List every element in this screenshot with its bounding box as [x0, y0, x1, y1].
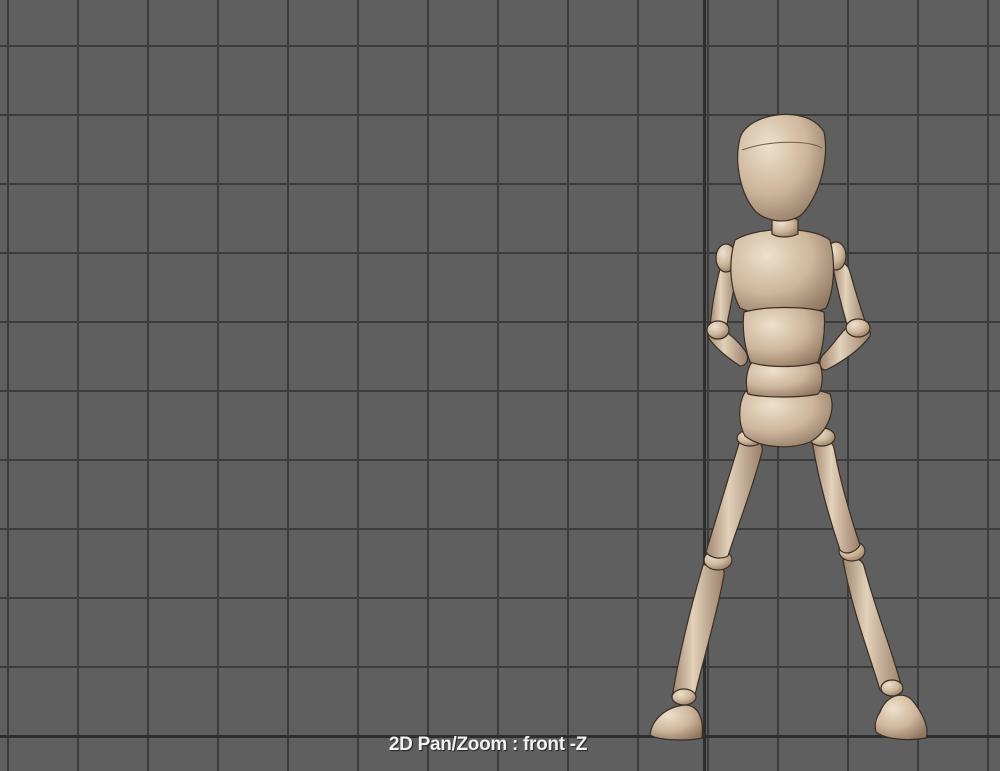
left-shin [671, 563, 725, 704]
right-elbow [845, 318, 871, 338]
viewport-front[interactable]: 2D Pan/Zoom : front -Z [0, 0, 1000, 771]
left-thigh [705, 437, 763, 559]
right-shin [842, 557, 903, 695]
chest [730, 228, 835, 317]
viewport-mode-label: 2D Pan/Zoom : front -Z [388, 734, 588, 755]
right-ankle [880, 679, 904, 697]
right-thigh [811, 437, 861, 554]
head [737, 113, 827, 222]
waist [742, 306, 826, 368]
left-ankle [671, 688, 697, 706]
left-elbow [706, 320, 730, 340]
mannequin-figure[interactable] [0, 0, 1000, 771]
right-foot [874, 694, 928, 741]
